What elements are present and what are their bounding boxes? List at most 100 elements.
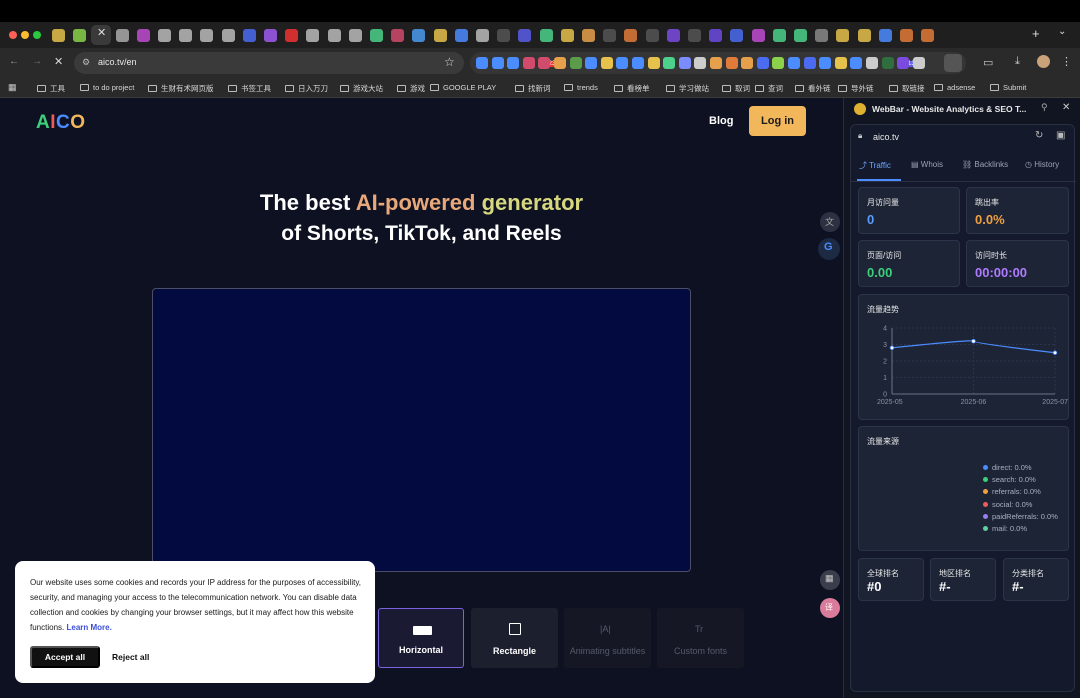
tab-favicon-icon[interactable] xyxy=(476,29,489,42)
video-preview[interactable] xyxy=(152,288,691,572)
tab-favicon-icon[interactable] xyxy=(582,29,595,42)
back-icon[interactable]: ← xyxy=(9,56,19,67)
assistant-icon[interactable]: G xyxy=(818,238,840,260)
reject-all-button[interactable]: Reject all xyxy=(112,652,149,662)
tab-favicon-icon[interactable] xyxy=(815,29,829,42)
tab-favicon-icon[interactable] xyxy=(73,29,87,42)
extension-icon[interactable] xyxy=(538,57,551,69)
address-bar[interactable]: ⚙ aico.tv/en ☆ xyxy=(74,52,464,74)
tab-favicon-icon[interactable] xyxy=(560,29,574,42)
tab-favicon-icon[interactable] xyxy=(688,29,701,42)
bookmark-item[interactable]: 游戏 xyxy=(397,83,425,94)
feature-animating-subtitles[interactable]: |A| Animating subtitles xyxy=(564,608,651,668)
extension-icon[interactable] xyxy=(585,57,598,69)
feature-custom-fonts[interactable]: Tr Custom fonts xyxy=(657,608,744,668)
menu-icon[interactable]: ⋮ xyxy=(1061,55,1072,68)
tab-backlinks[interactable]: ⛓ Backlinks xyxy=(962,160,1008,169)
bookmark-item[interactable]: trends xyxy=(564,83,598,92)
bookmark-item[interactable]: 工具 xyxy=(37,83,65,94)
extension-icon[interactable] xyxy=(710,57,722,69)
qr-code-icon[interactable]: ▦ xyxy=(820,570,840,590)
tab-favicon-icon[interactable] xyxy=(794,29,807,42)
extension-icon[interactable] xyxy=(788,57,800,69)
extension-icon[interactable] xyxy=(725,57,738,69)
bookmark-item[interactable]: 查词 xyxy=(755,83,783,94)
extension-icon[interactable] xyxy=(694,57,707,69)
learn-more-link[interactable]: Learn More. xyxy=(66,623,111,632)
tab-favicon-icon[interactable] xyxy=(772,29,786,42)
tab-favicon-icon[interactable] xyxy=(179,29,193,42)
profile-avatar[interactable] xyxy=(1037,55,1050,68)
tab-whois[interactable]: ▤ Whois xyxy=(911,160,943,169)
extension-icon[interactable] xyxy=(803,57,816,69)
extension-icon[interactable] xyxy=(756,57,769,69)
tab-favicon-icon[interactable] xyxy=(666,29,680,42)
tab-favicon-icon[interactable] xyxy=(412,29,426,42)
format-option-rectangle[interactable]: Rectangle xyxy=(471,608,558,668)
new-tab-icon[interactable]: + xyxy=(1032,26,1040,41)
close-window-icon[interactable] xyxy=(9,31,17,39)
extension-icon[interactable] xyxy=(834,57,847,69)
close-panel-icon[interactable]: ✕ xyxy=(1062,102,1070,113)
expand-icon[interactable]: ▣ xyxy=(1056,130,1065,141)
translate-icon[interactable]: 文 xyxy=(820,212,840,232)
accept-all-button[interactable]: Accept all xyxy=(30,646,100,668)
extension-icon[interactable] xyxy=(647,57,660,69)
extension-icon[interactable] xyxy=(866,57,878,69)
extension-icon[interactable] xyxy=(663,57,676,69)
sidebar-toggle-icon[interactable] xyxy=(944,54,962,72)
tab-favicon-icon[interactable] xyxy=(433,29,447,42)
tab-favicon-icon[interactable] xyxy=(454,29,468,42)
bookmark-item[interactable]: 游戏大站 xyxy=(340,83,383,94)
extension-icon[interactable] xyxy=(554,57,566,69)
bookmark-item[interactable]: 生财有术网页版 xyxy=(148,83,214,94)
tab-favicon-icon[interactable] xyxy=(709,29,723,42)
bookmark-item[interactable]: 看外链 xyxy=(795,83,831,94)
close-tab-icon[interactable]: ✕ xyxy=(97,26,106,39)
tab-favicon-icon[interactable] xyxy=(348,29,362,42)
tab-favicon-icon[interactable] xyxy=(136,29,150,42)
maximize-window-icon[interactable] xyxy=(33,31,41,39)
pin-icon[interactable]: ⚲ xyxy=(1041,102,1048,113)
tab-favicon-icon[interactable] xyxy=(857,29,871,42)
extension-icon[interactable] xyxy=(569,57,582,69)
tab-favicon-icon[interactable] xyxy=(306,29,320,42)
blog-link[interactable]: Blog xyxy=(709,115,733,127)
tab-favicon-icon[interactable] xyxy=(645,29,659,42)
tab-favicon-icon[interactable] xyxy=(603,29,617,42)
tab-favicon-icon[interactable] xyxy=(221,29,235,42)
extension-icon[interactable] xyxy=(476,57,488,69)
extension-icon[interactable] xyxy=(616,57,629,69)
tab-favicon-icon[interactable] xyxy=(370,29,383,42)
tab-favicon-icon[interactable] xyxy=(52,29,65,42)
extension-icon[interactable] xyxy=(772,57,785,69)
extension-icon[interactable] xyxy=(881,57,894,69)
extension-icon[interactable] xyxy=(600,57,613,69)
tab-favicon-icon[interactable] xyxy=(751,29,765,42)
bookmark-item[interactable]: 日入万刀 xyxy=(285,83,328,94)
tab-traffic[interactable]: ⤴ Traffic xyxy=(859,160,891,171)
tab-favicon-icon[interactable] xyxy=(730,29,744,42)
tab-favicon-icon[interactable] xyxy=(158,29,171,42)
forward-icon[interactable]: → xyxy=(32,56,42,67)
bookmark-item[interactable]: 找新词 xyxy=(515,83,551,94)
reading-mode-icon[interactable]: ▭ xyxy=(983,56,993,69)
tab-favicon-icon[interactable] xyxy=(836,29,850,42)
tab-favicon-icon[interactable] xyxy=(624,29,638,42)
bookmark-item[interactable]: 导外链 xyxy=(838,83,874,94)
tab-favicon-icon[interactable] xyxy=(518,29,532,42)
format-option-horizontal[interactable]: Horizontal xyxy=(378,608,464,668)
tab-favicon-icon[interactable] xyxy=(115,29,129,42)
bookmark-item[interactable]: 取链接 xyxy=(889,83,925,94)
extension-icon[interactable] xyxy=(897,57,910,69)
extension-icon[interactable] xyxy=(912,57,925,69)
extension-icon[interactable] xyxy=(522,57,535,69)
tab-favicon-icon[interactable] xyxy=(264,29,277,42)
extension-icon[interactable] xyxy=(491,57,504,69)
bookmark-item[interactable]: adsense xyxy=(934,83,975,92)
login-button[interactable]: Log in xyxy=(749,106,806,136)
bookmark-item[interactable]: 取词 xyxy=(722,83,750,94)
minimize-window-icon[interactable] xyxy=(21,31,29,39)
tab-favicon-icon[interactable] xyxy=(327,29,341,42)
bookmark-item[interactable]: 看榜单 xyxy=(614,83,650,94)
